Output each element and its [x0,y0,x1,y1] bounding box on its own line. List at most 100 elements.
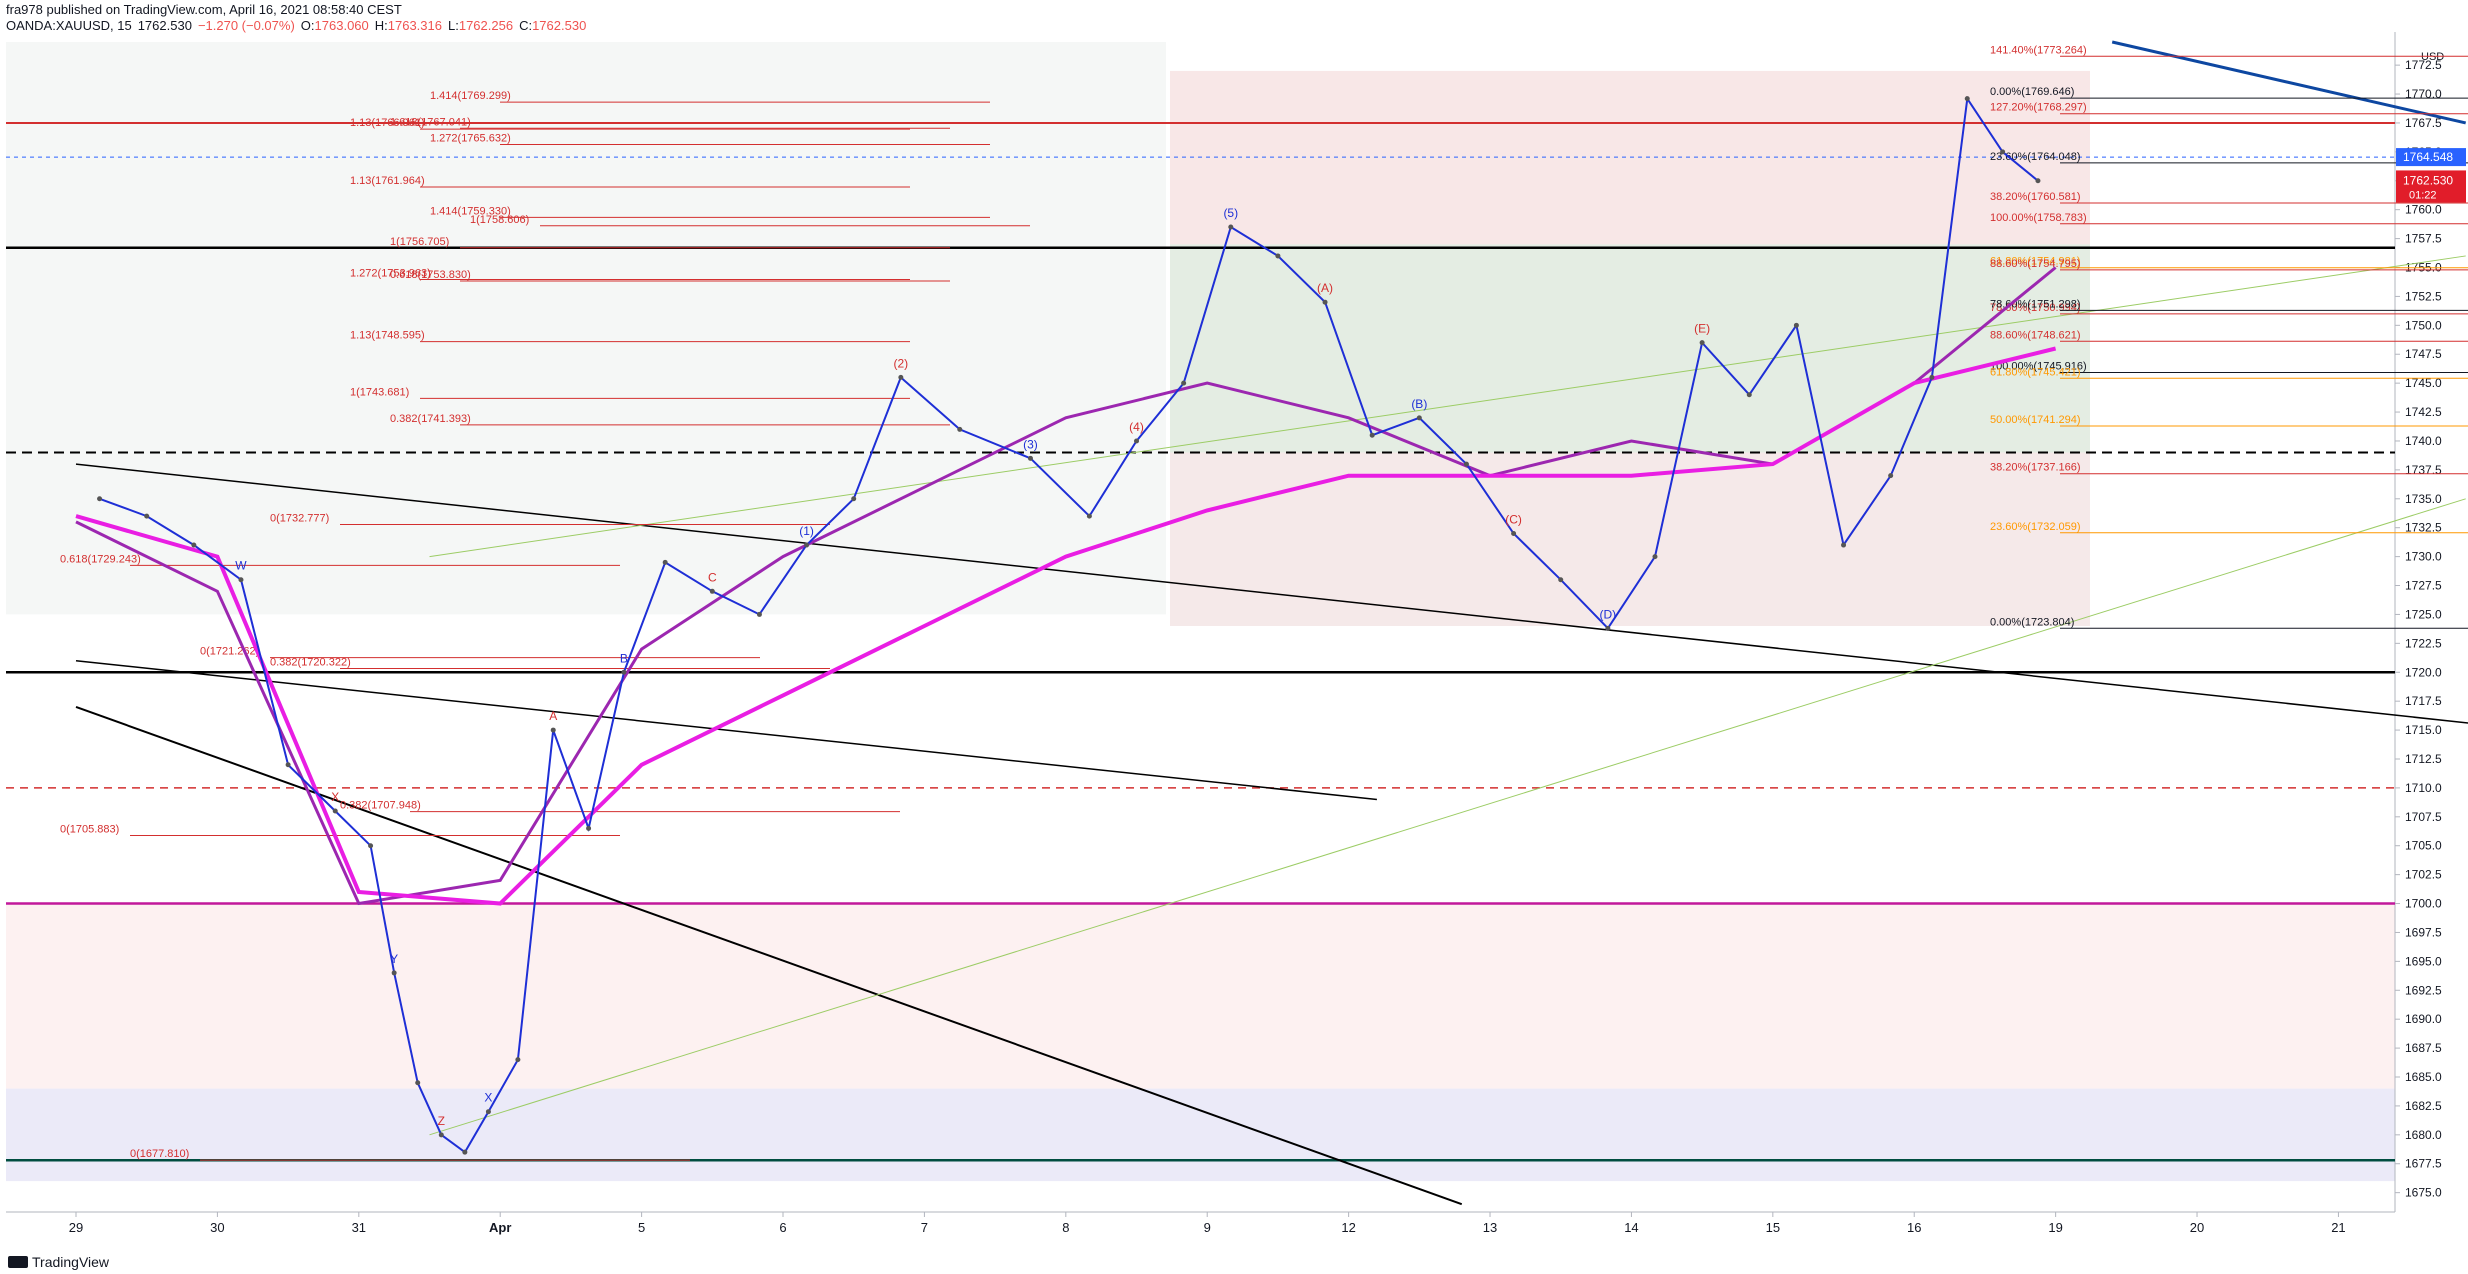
price-point [1888,473,1894,479]
x-tick-label: 14 [1624,1220,1638,1235]
price-point [804,542,810,548]
fib-level-label: 127.20%(1768.297) [1990,102,2087,114]
tradingview-footer: TradingView [8,1254,109,1270]
fib-level-label: 88.60%(1748.621) [1990,329,2081,341]
current-price-tag-text: 1762.530 [2403,173,2453,187]
price-point [438,1132,444,1138]
currency-label: USD [2421,51,2444,63]
price-point [709,588,715,594]
y-tick-label: 1682.5 [2405,1099,2442,1113]
price-point [191,542,197,548]
wave-label: (2) [894,356,909,370]
price-point [97,496,103,502]
wave-label: (5) [1223,206,1238,220]
price-point [662,559,668,565]
y-tick-label: 1690.0 [2405,1012,2442,1026]
y-tick-label: 1712.5 [2405,752,2442,766]
trend-line [2111,40,2467,125]
price-point [1964,96,1970,102]
wave-label: X [484,1091,492,1105]
wave-label: (E) [1694,322,1710,336]
fib-level-label: 23.60%(1732.059) [1990,521,2081,533]
fib-level-label: 0(1677.810) [130,1148,189,1160]
y-tick-label: 1767.5 [2405,116,2442,130]
price-chart[interactable]: 1675.01677.51680.01682.51685.01687.51690… [0,0,2468,1274]
price-point [1699,340,1705,346]
x-tick-label: 6 [779,1220,786,1235]
y-tick-label: 1685.0 [2405,1070,2442,1084]
y-tick-label: 1750.0 [2405,318,2442,332]
price-point [515,1057,521,1063]
price-point [851,496,857,502]
price-point [1793,322,1799,328]
fib-level-label: 1(1756.705) [390,236,449,248]
price-point [238,577,244,583]
zone-green [1170,244,2090,453]
blue-price-tag-text: 1764.548 [2403,150,2453,164]
price-point [1841,542,1847,548]
y-tick-label: 1687.5 [2405,1041,2442,1055]
y-tick-label: 1707.5 [2405,810,2442,824]
x-tick-label: 7 [921,1220,928,1235]
fib-level-label: 1.13(1748.595) [350,330,425,342]
fib-level-label: 1.618(1767.041) [390,116,471,128]
price-point [1027,455,1033,461]
price-point [957,426,963,432]
price-point [1929,374,1935,380]
wave-label: A [549,709,557,723]
y-tick-label: 1740.0 [2405,434,2442,448]
wave-label: (4) [1129,420,1144,434]
y-tick-label: 1702.5 [2405,868,2442,882]
x-tick-label: Apr [489,1220,511,1235]
tradingview-brand: TradingView [32,1254,110,1270]
price-point [1605,625,1611,631]
fib-level-label: 100.00%(1758.783) [1990,212,2087,224]
y-tick-label: 1770.0 [2405,87,2442,101]
y-tick-label: 1717.5 [2405,694,2442,708]
wave-label: W [235,559,247,573]
wave-label: (1) [799,524,814,538]
wave-label: (C) [1505,512,1522,526]
x-tick-label: 29 [69,1220,83,1235]
y-tick-label: 1700.0 [2405,897,2442,911]
fib-level-label: 38.20%(1760.581) [1990,191,2081,203]
price-point [1463,461,1469,467]
price-point [1275,253,1281,259]
fib-level-label: 0.382(1720.322) [270,657,351,669]
fib-level-label: 0.382(1741.393) [390,413,471,425]
price-point [2000,149,2006,155]
zone-pink-low [1170,452,2090,626]
wave-label: (B) [1411,397,1427,411]
y-tick-label: 1727.5 [2405,579,2442,593]
fib-level-label: 50.00%(1741.294) [1990,414,2081,426]
y-tick-label: 1697.5 [2405,925,2442,939]
y-tick-label: 1692.5 [2405,983,2442,997]
price-point [586,825,592,831]
price-point [756,611,762,617]
y-tick-label: 1737.5 [2405,463,2442,477]
x-tick-label: 12 [1341,1220,1355,1235]
y-tick-label: 1722.5 [2405,636,2442,650]
y-tick-label: 1705.0 [2405,839,2442,853]
fib-level-label: 1.13(1761.964) [350,175,425,187]
fib-level-label: 1(1743.681) [350,386,409,398]
price-point [550,727,556,733]
price-point [1558,577,1564,583]
y-tick-label: 1677.5 [2405,1157,2442,1171]
x-tick-label: 15 [1766,1220,1780,1235]
x-tick-label: 19 [2048,1220,2062,1235]
price-point [2035,178,2041,184]
y-tick-label: 1710.0 [2405,781,2442,795]
y-tick-label: 1695.0 [2405,954,2442,968]
fib-level-label: 0.00%(1723.804) [1990,616,2074,628]
tradingview-logo-icon [8,1256,28,1268]
zone-lower-violet [6,1088,2395,1182]
y-tick-label: 1747.5 [2405,347,2442,361]
price-point [332,808,338,814]
wave-label: X [331,790,339,804]
fib-level-label: 1.414(1769.299) [430,90,511,102]
y-tick-label: 1725.0 [2405,607,2442,621]
price-point [285,762,291,768]
y-tick-label: 1757.5 [2405,232,2442,246]
price-point [1181,380,1187,386]
